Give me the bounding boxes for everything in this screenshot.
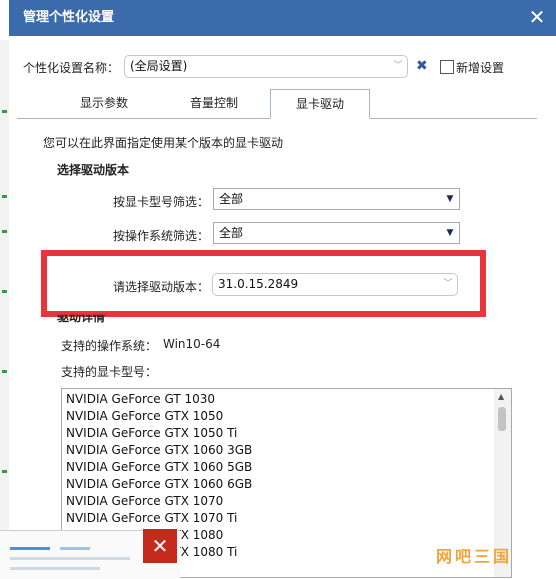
list-item[interactable]: NVIDIA GeForce GTX 1050 Ti	[62, 425, 511, 442]
tab-display-params[interactable]: 显示参数	[49, 89, 159, 118]
status-dot	[2, 230, 7, 233]
dropdown-arrow-icon: ▼	[446, 194, 454, 204]
list-item[interactable]: NVIDIA GeForce GTX 1060 3GB	[62, 442, 511, 459]
driver-version-value: 31.0.15.2849	[218, 277, 299, 291]
new-profile-checkbox[interactable]	[440, 60, 454, 74]
title-bar: 管理个性化设置 ✕	[9, 0, 556, 36]
status-dot	[2, 110, 7, 113]
chevron-down-icon: ﹀	[393, 61, 403, 71]
intro-text: 您可以在此界面指定使用某个版本的显卡驱动	[43, 136, 284, 150]
new-profile-label: 新增设置	[456, 61, 505, 75]
scroll-up-icon[interactable]: ▲	[498, 392, 504, 401]
filter-model-label: 按显卡型号筛选：	[113, 195, 210, 209]
thumbnail-content	[10, 557, 130, 560]
delete-profile-icon[interactable]: ✖	[416, 58, 428, 74]
scroll-thumb[interactable]	[498, 407, 506, 431]
status-dot	[2, 290, 7, 293]
list-item[interactable]: NVIDIA GeForce GTX 1050	[62, 408, 511, 425]
window-title: 管理个性化设置	[23, 10, 115, 25]
status-dot	[2, 370, 7, 373]
status-dot	[2, 470, 7, 473]
list-item[interactable]: NVIDIA GeForce GTX 1060 6GB	[62, 476, 511, 493]
filter-model-value: 全部	[219, 192, 244, 206]
tab-gpu-driver[interactable]: 显卡驱动	[270, 89, 370, 119]
profile-name-label: 个性化设置名称：	[23, 61, 120, 75]
filter-os-value: 全部	[219, 226, 244, 240]
chevron-down-icon: ﹀	[443, 279, 453, 289]
thumbnail-close-icon[interactable]: ✕	[143, 529, 177, 563]
close-icon[interactable]: ✕	[524, 4, 550, 30]
profile-select-value: (全局设置)	[130, 59, 188, 73]
tab-volume-control[interactable]: 音量控制	[159, 89, 269, 118]
filter-os-select[interactable]: 全部 ▼	[213, 222, 460, 244]
version-label: 请选择驱动版本：	[113, 280, 210, 294]
filter-os-label: 按操作系统筛选：	[113, 229, 210, 243]
section-title-select-version: 选择驱动版本	[57, 163, 130, 177]
driver-version-select[interactable]: 31.0.15.2849 ﹀	[212, 273, 458, 296]
list-item[interactable]: NVIDIA GeForce GT 1030	[62, 391, 511, 408]
list-item[interactable]: NVIDIA GeForce GTX 1060 5GB	[62, 459, 511, 476]
watermark: 网吧三国	[436, 547, 513, 566]
thumbnail-content	[60, 547, 90, 550]
profile-select[interactable]: (全局设置) ﹀	[124, 55, 408, 78]
thumbnail-content	[10, 567, 100, 570]
supported-models-label: 支持的显卡型号：	[61, 365, 158, 379]
dropdown-arrow-icon: ▼	[446, 228, 454, 238]
thumbnail-content	[10, 547, 50, 550]
manage-personalization-dialog: 管理个性化设置 ✕ 个性化设置名称： (全局设置) ﹀ ✖ 新增设置 显示参数 …	[9, 0, 556, 578]
filter-model-select[interactable]: 全部 ▼	[213, 188, 460, 210]
tab-strip: 显示参数 音量控制 显卡驱动	[9, 89, 556, 119]
list-item[interactable]: NVIDIA GeForce GTX 1070 Ti	[62, 510, 511, 527]
supported-os-value: Win10-64	[163, 337, 221, 351]
list-item[interactable]: NVIDIA GeForce GTX 1070	[62, 493, 511, 510]
supported-os-label: 支持的操作系统：	[61, 339, 158, 353]
status-dot	[2, 195, 7, 198]
